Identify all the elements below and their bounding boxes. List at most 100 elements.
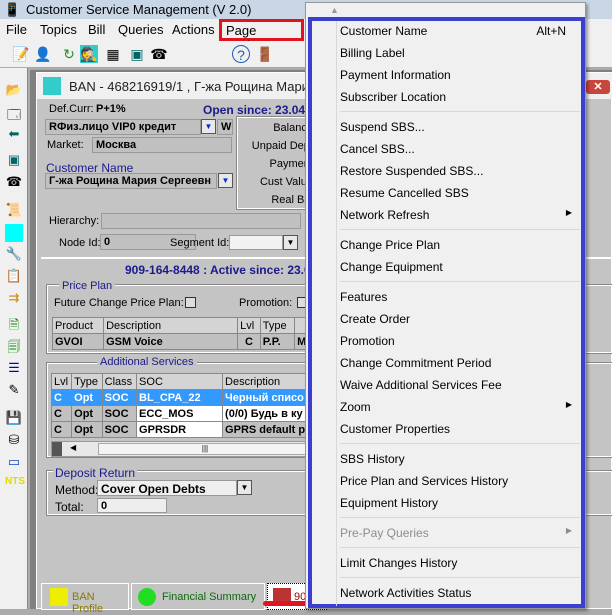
table-row[interactable]: GVOI GSM Voice C P.P. M bbox=[51, 333, 312, 350]
menu-item-label: Customer Properties bbox=[340, 422, 451, 436]
table-row[interactable]: C Opt SOC ECC_MOS (0/0) Будь в ку bbox=[50, 405, 313, 422]
col-soc: SOC bbox=[136, 373, 224, 390]
phone-icon[interactable]: ☎ bbox=[5, 174, 23, 192]
menu-item-change-commitment-period[interactable]: Change Commitment Period bbox=[340, 352, 580, 374]
account-type-field[interactable]: RФиз.лицо VIP0 кредит bbox=[45, 119, 201, 135]
database-icon[interactable]: ⛁ bbox=[5, 432, 23, 450]
cell: Opt bbox=[71, 421, 103, 438]
menu-separator bbox=[340, 229, 580, 230]
cell: Opt bbox=[71, 405, 103, 422]
menu-item-price-plan-and-services-history[interactable]: Price Plan and Services History bbox=[340, 470, 580, 492]
refresh-icon[interactable]: ↻ bbox=[60, 45, 78, 63]
agent-icon[interactable]: 🕵 bbox=[80, 45, 98, 63]
cell: GPRS default p bbox=[222, 421, 313, 438]
nts-icon[interactable]: NTS bbox=[5, 476, 25, 494]
w-button[interactable]: W bbox=[217, 119, 233, 135]
menu-item-equipment-history[interactable]: Equipment History bbox=[340, 492, 580, 514]
window-icon[interactable]: 🗔 bbox=[5, 106, 23, 124]
menu-item-label: Change Equipment bbox=[340, 260, 443, 274]
segment-id-field[interactable] bbox=[229, 235, 283, 250]
save-icon[interactable]: 💾 bbox=[5, 410, 23, 428]
menu-item-promotion[interactable]: Promotion bbox=[340, 330, 580, 352]
menu-item-label: Equipment History bbox=[340, 496, 439, 510]
menu-file[interactable]: File bbox=[6, 22, 27, 37]
properties-icon[interactable]: 📝 bbox=[12, 45, 30, 63]
chevron-down-icon[interactable]: ▼ bbox=[201, 119, 216, 134]
transfer-icon[interactable]: ⇉ bbox=[5, 290, 23, 308]
clipboard-icon[interactable]: 📋 bbox=[5, 268, 23, 286]
menu-item-label: Customer Name bbox=[340, 24, 428, 38]
ledger-icon[interactable]: ▦ bbox=[104, 45, 122, 63]
additional-services-table: Lvl Type Class SOC Description C Opt SOC BL_CPA… bbox=[50, 373, 313, 438]
menu-item-network-activities-status[interactable]: Network Activities Status bbox=[340, 582, 580, 604]
menu-item-label: Network Activities Status bbox=[340, 586, 472, 600]
horizontal-scrollbar[interactable]: ◀ ||| bbox=[51, 441, 313, 457]
table-row[interactable]: C Opt SOC BL_CPA_22 Черный списо bbox=[50, 389, 313, 406]
cyan-square-icon[interactable] bbox=[5, 224, 23, 242]
chevron-down-icon[interactable]: ▼ bbox=[218, 173, 233, 188]
menu-topics[interactable]: Topics bbox=[40, 22, 77, 37]
menu-item-waive-additional-services-fee[interactable]: Waive Additional Services Fee bbox=[340, 374, 580, 396]
menu-item-restore-suspended-sbs[interactable]: Restore Suspended SBS... bbox=[340, 160, 580, 182]
scroll-icon[interactable]: 📜 bbox=[5, 202, 23, 220]
menu-item-limit-changes-history[interactable]: Limit Changes History bbox=[340, 552, 580, 574]
menu-item-label: Cancel SBS... bbox=[340, 142, 415, 156]
menu-queries[interactable]: Queries bbox=[118, 22, 164, 37]
key-icon[interactable]: ⬅ bbox=[5, 126, 23, 144]
menu-bill[interactable]: Bill bbox=[88, 22, 105, 37]
phone-icon[interactable]: ☎ bbox=[150, 45, 168, 63]
tab-financial-summary[interactable]: Financial Summary bbox=[131, 583, 265, 610]
segment-id-label: Segment Id: bbox=[170, 237, 230, 249]
menu-item-billing-label[interactable]: Billing Label bbox=[340, 42, 580, 64]
user-icon[interactable]: 👤 bbox=[34, 45, 52, 63]
menu-item-network-refresh[interactable]: Network Refresh ▶ bbox=[340, 204, 580, 226]
menu-page-options[interactable]: Page Options bbox=[219, 19, 304, 53]
menu-item-cancel-sbs[interactable]: Cancel SBS... bbox=[340, 138, 580, 160]
menu-item-change-equipment[interactable]: Change Equipment bbox=[340, 256, 580, 278]
tab-ban-profile[interactable]: BAN Profile bbox=[41, 583, 129, 615]
cell: GSM Voice bbox=[103, 333, 239, 350]
calculator-icon[interactable]: ▣ bbox=[5, 152, 23, 170]
calculator-icon[interactable]: ▣ bbox=[128, 45, 146, 63]
document-icon[interactable]: 🗎 bbox=[5, 316, 23, 334]
scroll-up-icon[interactable]: ▲ bbox=[330, 5, 339, 15]
method-select[interactable]: Cover Open Debts bbox=[97, 480, 237, 496]
menu-actions[interactable]: Actions bbox=[172, 22, 215, 37]
menu-item-create-order[interactable]: Create Order bbox=[340, 308, 580, 330]
future-change-checkbox[interactable] bbox=[185, 297, 196, 308]
total-label: Total: bbox=[55, 500, 84, 514]
close-icon[interactable]: ✕ bbox=[586, 80, 610, 94]
cell: P.P. bbox=[259, 333, 296, 350]
cell: Черный списо bbox=[222, 389, 313, 406]
list-icon[interactable]: ☰ bbox=[5, 360, 23, 378]
menu-item-change-price-plan[interactable]: Change Price Plan bbox=[340, 234, 580, 256]
folder-icon[interactable]: 📂 bbox=[5, 82, 23, 100]
menu-item-resume-cancelled-sbs[interactable]: Resume Cancelled SBS bbox=[340, 182, 580, 204]
documents-icon[interactable]: 🗐 bbox=[5, 338, 23, 356]
menu-item-payment-information[interactable]: Payment Information bbox=[340, 64, 580, 86]
table-row[interactable]: C Opt SOC GPRSDR GPRS default p bbox=[50, 421, 313, 438]
menu-item-zoom[interactable]: Zoom ▶ bbox=[340, 396, 580, 418]
menu-item-suspend-sbs[interactable]: Suspend SBS... bbox=[340, 116, 580, 138]
customer-name-field: Г-жа Рощина Мария Сергеевн bbox=[45, 173, 217, 189]
menu-item-customer-properties[interactable]: Customer Properties bbox=[340, 418, 580, 440]
scroll-left-icon[interactable]: ◀ bbox=[70, 443, 76, 452]
menu-item-subscriber-location[interactable]: Subscriber Location bbox=[340, 86, 580, 108]
menu-item-sbs-history[interactable]: SBS History bbox=[340, 448, 580, 470]
menu-gutter bbox=[336, 21, 337, 606]
edit-icon[interactable]: ✎ bbox=[5, 382, 23, 400]
menu-item-features[interactable]: Features bbox=[340, 286, 580, 308]
chevron-down-icon[interactable]: ▼ bbox=[283, 235, 298, 250]
chevron-down-icon[interactable]: ▼ bbox=[237, 480, 252, 495]
window-icon[interactable]: ▭ bbox=[5, 454, 23, 472]
menu-separator bbox=[340, 517, 580, 518]
tool-icon[interactable]: 🔧 bbox=[5, 246, 23, 264]
agent-icon bbox=[50, 588, 68, 606]
scrollbar-thumb[interactable]: ||| bbox=[98, 443, 312, 455]
price-plan-table: Product Description Lvl Type GVOI GSM Voice C… bbox=[51, 317, 312, 350]
help-icon[interactable]: ? bbox=[232, 45, 250, 63]
menu-item-customer-name[interactable]: Customer Name Alt+N bbox=[340, 20, 580, 42]
open-since: Open since: 23.04.2 bbox=[203, 103, 316, 117]
cell: (0/0) Будь в ку bbox=[222, 405, 313, 422]
exit-icon[interactable]: 🚪 bbox=[256, 45, 274, 63]
